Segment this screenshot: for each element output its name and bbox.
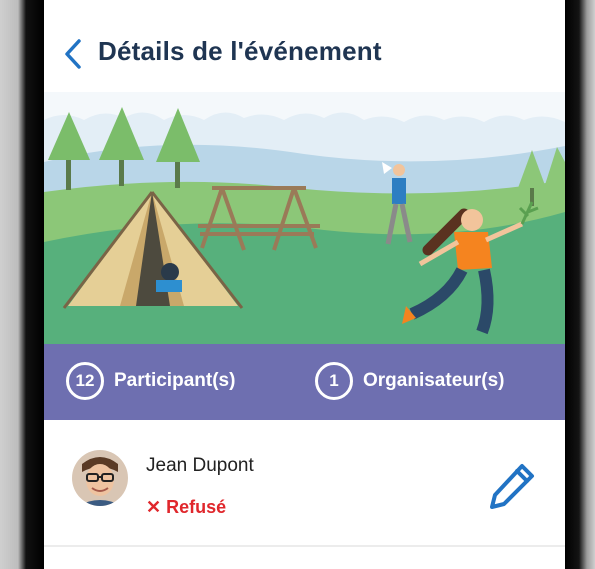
member-row: Jean Dupont ✕ Refusé	[44, 420, 565, 546]
participants-label: Participant(s)	[114, 370, 236, 391]
avatar	[72, 450, 128, 506]
event-illustration	[44, 92, 565, 344]
organizers-count-badge: 1	[315, 362, 353, 400]
phone-frame-right	[565, 0, 595, 569]
participants-stat[interactable]: 12 Participant(s)	[66, 362, 235, 400]
edit-button[interactable]	[484, 458, 540, 514]
back-button[interactable]	[60, 36, 88, 72]
page-title: Détails de l'événement	[98, 36, 382, 66]
phone-screen: Détails de l'événement 12 Participant(s)…	[44, 0, 565, 569]
organizers-label: Organisateur(s)	[363, 370, 505, 391]
phone-frame-left	[0, 0, 44, 569]
chevron-left-icon	[65, 39, 81, 69]
participants-count-badge: 12	[66, 362, 104, 400]
pencil-icon	[490, 464, 534, 509]
divider	[44, 545, 565, 547]
stats-band: 12 Participant(s) 1 Organisateur(s)	[44, 344, 565, 420]
status-label: Refusé	[166, 497, 227, 517]
close-icon: ✕	[146, 497, 162, 517]
app-header: Détails de l'événement	[44, 0, 565, 92]
status-refused: ✕ Refusé	[146, 497, 226, 518]
member-name: Jean Dupont	[146, 455, 254, 476]
organizers-stat[interactable]: 1 Organisateur(s)	[315, 362, 504, 400]
